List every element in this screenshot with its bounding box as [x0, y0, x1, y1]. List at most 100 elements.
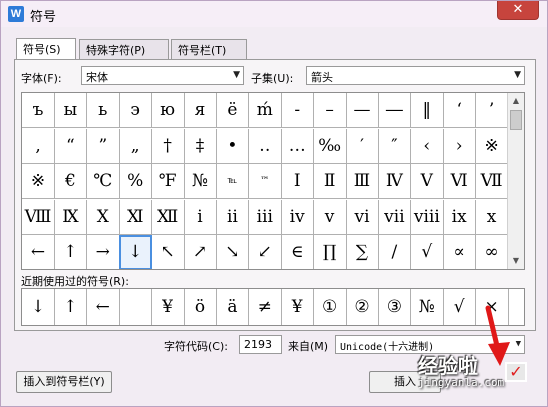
recent-symbol-cell[interactable]: ¥	[281, 289, 315, 325]
recent-symbol-cell[interactable]: √	[443, 289, 477, 325]
symbol-cell[interactable]: €	[54, 164, 88, 200]
symbol-cell[interactable]: ‹	[410, 128, 444, 164]
symbol-cell[interactable]: ‥	[248, 128, 282, 164]
symbol-cell[interactable]: †	[151, 128, 185, 164]
symbol-cell[interactable]: Ⅳ	[378, 164, 412, 200]
recent-symbol-cell[interactable]	[119, 289, 153, 325]
symbol-cell[interactable]: я	[184, 93, 217, 128]
symbol-cell[interactable]: ↙	[249, 235, 282, 269]
insert-to-bar-button[interactable]: 插入到符号栏(Y)	[16, 371, 112, 393]
symbol-cell[interactable]: ↗	[184, 235, 217, 269]
symbol-cell[interactable]: Ⅶ	[475, 164, 509, 200]
symbol-cell[interactable]: ё	[216, 93, 250, 128]
recent-symbol-cell[interactable]: ↑	[54, 289, 88, 325]
symbol-cell[interactable]: -	[281, 93, 315, 128]
symbol-cell[interactable]: %	[119, 164, 153, 200]
tab-symbol-bar[interactable]: 符号栏(T)	[171, 39, 247, 59]
recent-symbol-cell[interactable]: ←	[87, 289, 120, 325]
scroll-up-icon[interactable]: ▲	[508, 93, 524, 109]
subset-select[interactable]: 箭头 ▼	[306, 66, 525, 85]
symbol-cell[interactable]: ⅱ	[216, 199, 250, 235]
symbol-cell[interactable]: ‘	[443, 93, 477, 128]
symbol-cell[interactable]: ∑	[346, 235, 379, 269]
symbol-cell[interactable]: Ⅹ	[86, 199, 120, 235]
symbol-cell[interactable]: Ⅱ	[313, 164, 347, 200]
symbol-cell[interactable]: Ⅺ	[119, 199, 153, 235]
symbol-cell[interactable]: ю	[151, 93, 185, 128]
symbol-cell[interactable]: Ⅴ	[410, 164, 444, 200]
symbol-cell[interactable]: ⅴ	[313, 199, 347, 235]
symbol-cell[interactable]: ™	[248, 164, 282, 200]
symbol-cell[interactable]: Ⅰ	[281, 164, 315, 200]
symbol-cell[interactable]: ※	[22, 164, 55, 200]
recent-symbol-cell[interactable]: №	[411, 289, 444, 325]
symbol-cell[interactable]: ḿ	[248, 93, 282, 128]
recent-symbol-cell[interactable]: ②	[346, 289, 379, 325]
charcode-input[interactable]: 2193	[239, 335, 282, 354]
symbol-cell[interactable]: №	[184, 164, 217, 200]
symbol-cell[interactable]: ∞	[476, 235, 509, 269]
symbol-cell[interactable]: ⅷ	[410, 199, 444, 235]
symbol-cell[interactable]: ℉	[151, 164, 185, 200]
scroll-thumb[interactable]	[510, 110, 522, 130]
symbol-cell[interactable]: ⅹ	[475, 199, 509, 235]
symbol-cell[interactable]: ⅳ	[281, 199, 315, 235]
symbol-cell[interactable]: ⅲ	[248, 199, 282, 235]
symbol-cell[interactable]: ←	[22, 235, 55, 269]
grid-scrollbar[interactable]: ▲ ▼	[507, 93, 524, 269]
symbol-cell[interactable]: –	[313, 93, 347, 128]
symbol-cell[interactable]: ↘	[216, 235, 250, 269]
symbol-cell[interactable]: Ⅵ	[443, 164, 477, 200]
symbol-cell[interactable]: ⅵ	[346, 199, 379, 235]
tab-special-chars[interactable]: 特殊字符(P)	[79, 39, 169, 59]
symbol-cell[interactable]: ′	[346, 128, 379, 164]
symbol-cell[interactable]: ↓	[119, 235, 153, 269]
symbol-cell[interactable]: ∝	[443, 235, 477, 269]
symbol-cell[interactable]: ⅶ	[378, 199, 412, 235]
symbol-cell[interactable]: ъ	[22, 93, 55, 128]
symbol-cell[interactable]: ↑	[54, 235, 88, 269]
symbol-cell[interactable]: ⅰ	[184, 199, 217, 235]
symbol-cell[interactable]: …	[281, 128, 315, 164]
symbol-cell[interactable]: √	[411, 235, 444, 269]
symbol-cell[interactable]: Ⅻ	[151, 199, 185, 235]
symbol-cell[interactable]: ”	[86, 128, 120, 164]
symbol-cell[interactable]: Ⅲ	[346, 164, 379, 200]
recent-symbol-cell[interactable]: ä	[216, 289, 250, 325]
font-select[interactable]: 宋体 ▼	[81, 66, 244, 85]
symbol-cell[interactable]: ’	[475, 93, 509, 128]
symbol-cell[interactable]: ‡	[184, 128, 217, 164]
symbol-cell[interactable]: ∏	[314, 235, 347, 269]
recent-symbol-cell[interactable]: ③	[378, 289, 412, 325]
symbol-cell[interactable]: ℃	[86, 164, 120, 200]
recent-symbol-cell[interactable]: ¥	[152, 289, 185, 325]
symbol-cell[interactable]: ∈	[281, 235, 315, 269]
symbol-cell[interactable]: ы	[54, 93, 88, 128]
symbol-cell[interactable]: Ⅷ	[22, 199, 55, 235]
symbol-cell[interactable]: ↖	[152, 235, 185, 269]
symbol-cell[interactable]: ь	[86, 93, 120, 128]
symbol-cell[interactable]: •	[216, 128, 250, 164]
symbol-cell[interactable]: ―	[378, 93, 412, 128]
symbol-cell[interactable]: ℡	[216, 164, 250, 200]
symbol-cell[interactable]: ‖	[410, 93, 444, 128]
symbol-cell[interactable]: →	[87, 235, 120, 269]
symbol-cell[interactable]: ‰	[313, 128, 347, 164]
symbol-cell[interactable]: “	[54, 128, 88, 164]
symbol-cell[interactable]: ⅸ	[443, 199, 477, 235]
symbol-cell[interactable]: „	[119, 128, 153, 164]
recent-symbol-cell[interactable]: ①	[314, 289, 347, 325]
recent-symbol-cell[interactable]: ≠	[249, 289, 282, 325]
symbol-cell[interactable]: ›	[443, 128, 477, 164]
symbol-cell[interactable]: ※	[475, 128, 509, 164]
symbol-cell[interactable]: ‚	[22, 128, 55, 164]
symbol-cell[interactable]: ∕	[378, 235, 412, 269]
symbol-cell[interactable]: ″	[378, 128, 412, 164]
recent-symbol-cell[interactable]: ö	[184, 289, 217, 325]
tab-symbols[interactable]: 符号(S)	[16, 38, 76, 59]
scroll-down-icon[interactable]: ▼	[508, 253, 524, 269]
close-button[interactable]: ✕	[497, 1, 539, 20]
recent-symbol-cell[interactable]: ↓	[22, 289, 55, 325]
symbol-cell[interactable]: —	[346, 93, 379, 128]
symbol-cell[interactable]: э	[119, 93, 153, 128]
